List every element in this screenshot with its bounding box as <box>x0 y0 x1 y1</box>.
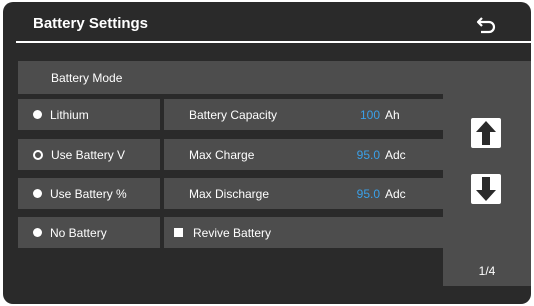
param-unit: Adc <box>385 186 406 201</box>
option-no-battery[interactable]: No Battery <box>18 217 160 248</box>
radio-icon <box>33 189 42 198</box>
page-title: Battery Settings <box>33 15 149 32</box>
param-value[interactable]: 100 <box>334 108 380 122</box>
arrow-up-icon <box>476 121 496 145</box>
param-unit: Adc <box>385 147 406 162</box>
header-divider <box>16 41 531 43</box>
back-arrow-icon <box>476 17 496 34</box>
option-label: Use Battery V <box>51 147 126 162</box>
param-battery-capacity[interactable]: Battery Capacity 100 Ah <box>164 99 443 130</box>
param-value[interactable]: 95.0 <box>334 148 380 162</box>
param-max-discharge[interactable]: Max Discharge 95.0 Adc <box>164 178 443 209</box>
revive-label: Revive Battery <box>193 225 272 240</box>
param-label: Battery Capacity <box>189 107 278 122</box>
radio-selected-icon <box>33 149 43 160</box>
back-button[interactable] <box>475 14 499 36</box>
revive-battery-toggle[interactable]: Revive Battery <box>164 217 443 248</box>
arrow-down-icon <box>476 177 496 201</box>
param-label: Max Charge <box>189 147 255 162</box>
page-nav-panel: 1/4 <box>443 61 531 286</box>
option-label: Lithium <box>50 107 89 122</box>
param-unit: Ah <box>385 107 400 122</box>
option-use-battery-v[interactable]: Use Battery V <box>18 139 160 170</box>
param-label: Max Discharge <box>189 186 270 201</box>
page-up-button[interactable] <box>471 118 501 148</box>
param-max-charge[interactable]: Max Charge 95.0 Adc <box>164 139 443 170</box>
param-value[interactable]: 95.0 <box>334 187 380 201</box>
option-use-battery-percent[interactable]: Use Battery % <box>18 178 160 209</box>
checkbox-icon <box>174 228 183 237</box>
battery-mode-label: Battery Mode <box>51 70 123 85</box>
page-indicator: 1/4 <box>478 264 496 278</box>
battery-mode-heading: Battery Mode <box>18 61 443 94</box>
radio-icon <box>33 228 42 237</box>
page-down-button[interactable] <box>471 174 501 204</box>
option-lithium[interactable]: Lithium <box>18 99 160 130</box>
radio-icon <box>33 110 42 119</box>
screen: Battery Settings Battery Mode Lithium Us… <box>3 2 531 304</box>
option-label: Use Battery % <box>50 186 127 201</box>
option-label: No Battery <box>50 225 107 240</box>
